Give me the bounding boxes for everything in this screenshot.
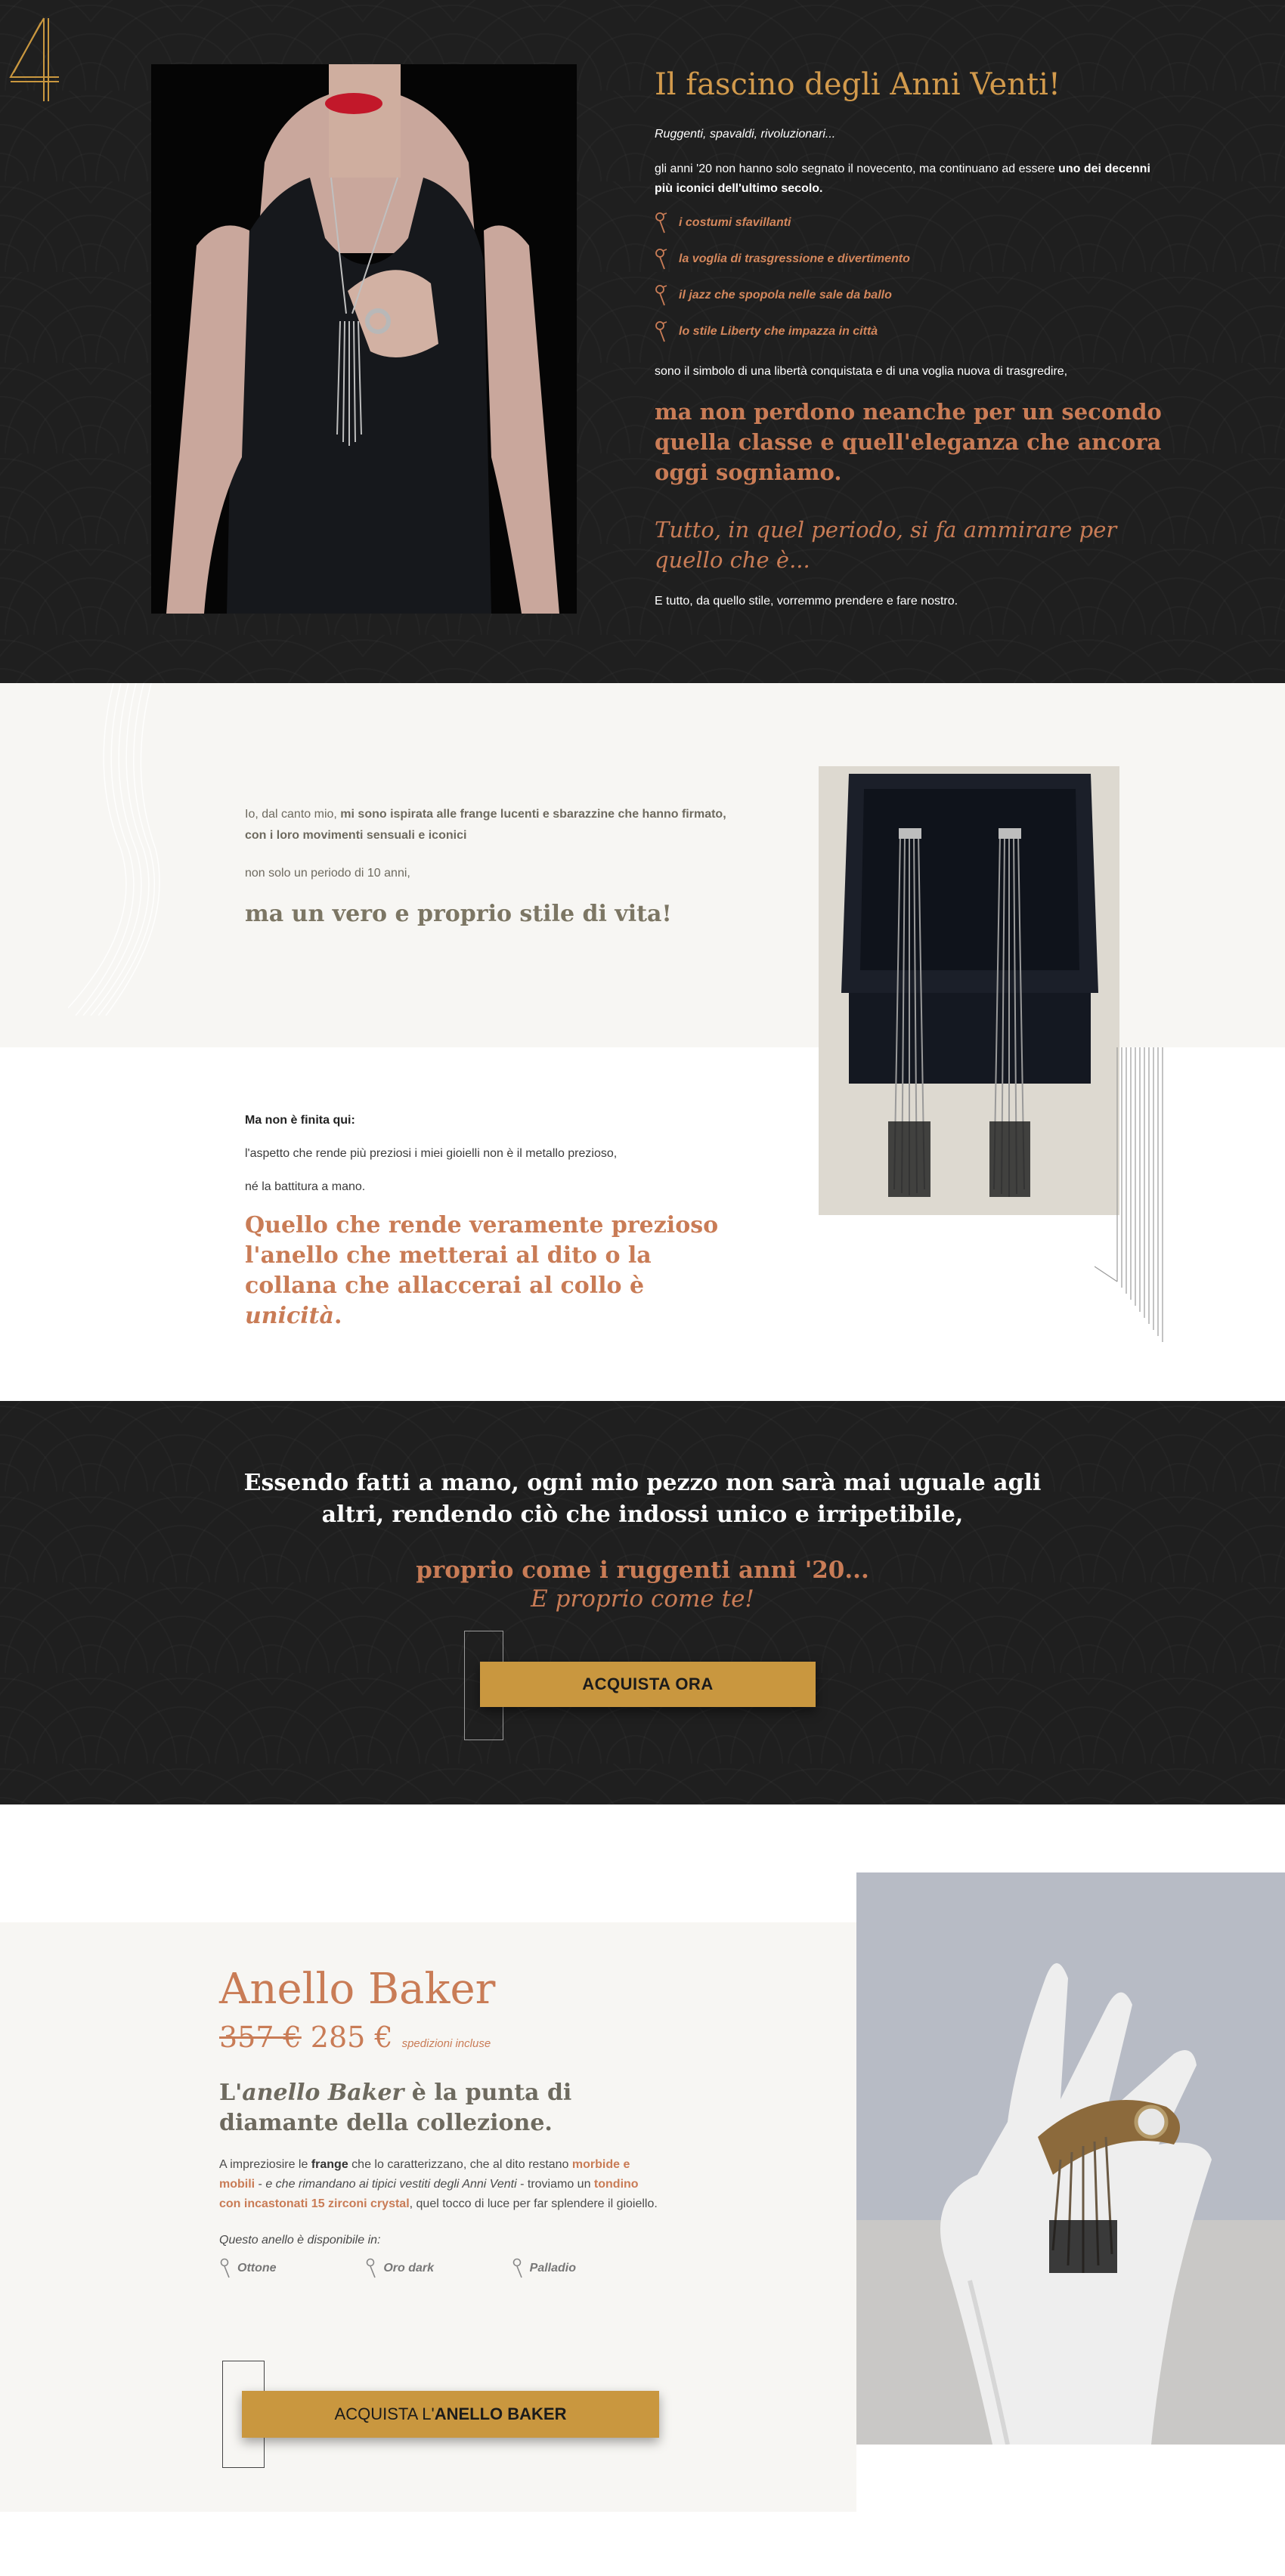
desc-text: - troviamo un	[516, 2178, 594, 2191]
desc-bold: frange	[311, 2158, 348, 2171]
inspiration-paragraph-1: Io, dal canto mio, mi sono ispirata alle…	[245, 804, 729, 846]
hero-paragraph-1: gli anni '20 non hanno solo segnato il n…	[655, 159, 1169, 199]
baker-ring-photo	[856, 1872, 1285, 2445]
hatpin-icon	[655, 249, 667, 270]
buy-button-bold: ANELLO BAKER	[434, 2404, 567, 2423]
product-section: Anello Baker 357 € 285 € spedizioni incl…	[0, 1804, 1285, 2576]
preciousness-text-block: Ma non è finita qui: l'aspetto che rende…	[245, 1114, 759, 1331]
uniqueness-orange-line-1: proprio come i ruggenti anni '20...	[416, 1557, 869, 1584]
model-necklace-photo	[151, 64, 577, 614]
hero-text-block: Il fascino degli Anni Venti! Ruggenti, s…	[655, 64, 1169, 611]
preciousness-quote: Quello che rende veramente prezioso l'an…	[245, 1211, 744, 1331]
hatpin-icon	[367, 2258, 376, 2278]
variant-list: Ottone Oro dark Palladio	[219, 2258, 658, 2279]
desc-italic: e che rimandano ai tipici vestiti degli …	[265, 2178, 517, 2191]
buy-baker-ring-button[interactable]: ACQUISTA L' ANELLO BAKER	[242, 2391, 659, 2438]
hatpin-icon	[655, 321, 667, 342]
list-item: lo stile Liberty che impazza in città	[655, 314, 1169, 350]
hero-italic-quote: Tutto, in quel periodo, si fa ammirare p…	[655, 517, 1117, 573]
new-price: 285 €	[310, 2021, 393, 2054]
product-subtitle-prefix: L'	[219, 2080, 243, 2106]
hero-big-quote: ma non perdono neanche per un secondo qu…	[655, 399, 1162, 485]
preciousness-quote-italic: unicità	[245, 1303, 334, 1329]
desc-text: , quel tocco di luce per far splendere i…	[409, 2197, 658, 2210]
variant-label: Oro dark	[383, 2262, 435, 2274]
desc-text: A impreziosire le	[219, 2158, 311, 2171]
fringe-lines-decoration	[1095, 1047, 1163, 1342]
buy-button-prefix: ACQUISTA L'	[334, 2404, 435, 2423]
preciousness-paragraph-2: né la battitura a mano.	[245, 1180, 366, 1193]
desc-text: -	[255, 2178, 266, 2191]
list-item: i costumi sfavillanti	[655, 205, 1169, 241]
preciousness-quote-main: Quello che rende veramente prezioso l'an…	[245, 1212, 719, 1299]
product-title: Anello Baker	[219, 1965, 496, 2014]
preciousness-heading: Ma non è finita qui:	[245, 1114, 355, 1127]
inspiration-text-block: Io, dal canto mio, mi sono ispirata alle…	[245, 804, 729, 927]
hero-paragraph-1-regular: gli anni '20 non hanno solo segnato il n…	[655, 162, 1059, 175]
old-price: 357 €	[219, 2021, 302, 2054]
inspiration-section: Io, dal canto mio, mi sono ispirata alle…	[0, 683, 1285, 1401]
hatpin-icon	[655, 212, 667, 233]
uniqueness-cta-section: Essendo fatti a mano, ogni mio pezzo non…	[0, 1401, 1285, 1804]
uniqueness-text: Essendo fatti a mano, ogni mio pezzo non…	[243, 1470, 1042, 1528]
fringe-swoosh-decoration	[68, 683, 160, 1016]
list-item-label: lo stile Liberty che impazza in città	[679, 325, 878, 338]
variant-label: Ottone	[237, 2262, 277, 2274]
preciousness-paragraph-1: l'aspetto che rende più preziosi i miei …	[245, 1147, 618, 1160]
hatpin-icon	[655, 285, 667, 306]
hero-feature-list: i costumi sfavillanti la voglia di trasg…	[655, 205, 1169, 350]
shipping-note: spedizioni incluse	[401, 2037, 491, 2050]
product-subtitle: L'anello Baker è la punta di diamante de…	[219, 2078, 658, 2138]
uniqueness-orange-line-2: E proprio come te!	[531, 1585, 754, 1613]
number-four-logo	[9, 17, 59, 101]
hero-section: Il fascino degli Anni Venti! Ruggenti, s…	[0, 0, 1285, 683]
variant-ottone[interactable]: Ottone	[219, 2258, 365, 2279]
product-subtitle-italic: anello Baker	[242, 2080, 404, 2106]
product-price: 357 € 285 € spedizioni incluse	[219, 2021, 658, 2054]
list-item-label: il jazz che spopola nelle sale da ballo	[679, 289, 892, 302]
hero-title: Il fascino degli Anni Venti!	[655, 67, 1061, 102]
variant-label: Palladio	[529, 2262, 577, 2274]
hatpin-icon	[512, 2258, 522, 2278]
buy-now-button[interactable]: ACQUISTA ORA	[480, 1662, 816, 1707]
variant-palladio[interactable]: Palladio	[512, 2258, 658, 2279]
list-item-label: la voglia di trasgressione e divertiment…	[679, 252, 910, 265]
product-info-block: Anello Baker 357 € 285 € spedizioni incl…	[219, 1963, 658, 2279]
product-description: A impreziosire le frange che lo caratter…	[219, 2155, 658, 2214]
desc-text: che lo caratterizzano, che al dito resta…	[348, 2158, 572, 2171]
hero-paragraph-2: sono il simbolo di una libertà conquista…	[655, 365, 1068, 378]
hatpin-icon	[220, 2258, 230, 2278]
inspiration-big-text: ma un vero e proprio stile di vita!	[245, 901, 672, 927]
inspiration-paragraph-1-regular: Io, dal canto mio,	[245, 808, 341, 821]
hero-final-line: E tutto, da quello stile, vorremmo prend…	[655, 595, 958, 608]
list-item: la voglia di trasgressione e divertiment…	[655, 241, 1169, 277]
availability-label: Questo anello è disponibile in:	[219, 2234, 381, 2247]
preciousness-quote-end: .	[333, 1303, 342, 1329]
hero-intro: Ruggenti, spavaldi, rivoluzionari...	[655, 128, 836, 141]
list-item-label: i costumi sfavillanti	[679, 216, 791, 229]
list-item: il jazz che spopola nelle sale da ballo	[655, 277, 1169, 314]
fringe-earrings-photo	[819, 766, 1119, 1215]
variant-oro-dark[interactable]: Oro dark	[365, 2258, 511, 2279]
inspiration-paragraph-2: non solo un periodo di 10 anni,	[245, 867, 410, 880]
